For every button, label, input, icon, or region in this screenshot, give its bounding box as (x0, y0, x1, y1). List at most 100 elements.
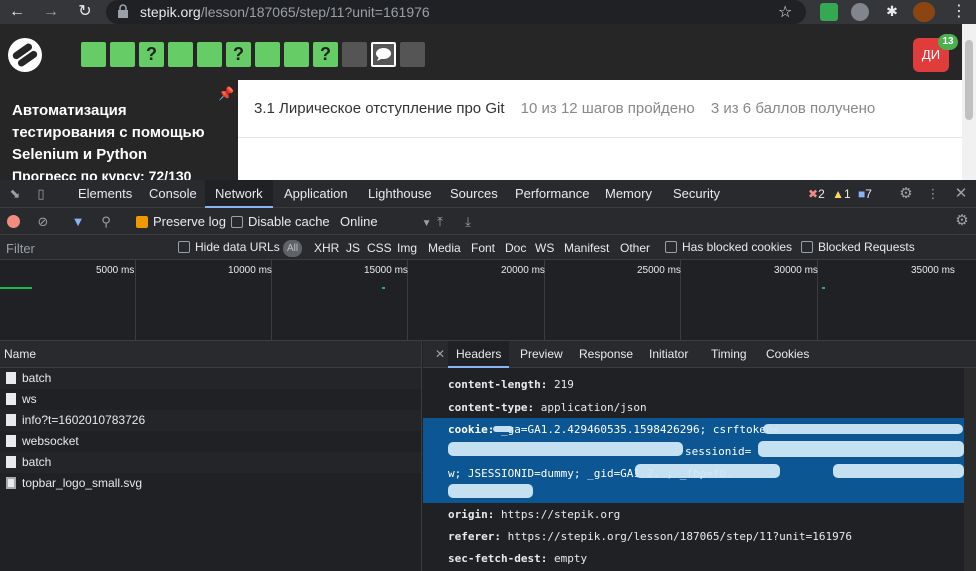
warning-icon: ▲ (832, 187, 844, 201)
preserve-log-checkbox[interactable]: Preserve log (136, 214, 226, 229)
redaction-scribble (833, 464, 964, 478)
detail-scrollbar[interactable] (964, 368, 976, 571)
tab-memory[interactable]: Memory (595, 180, 662, 208)
issue-counters[interactable]: ✖2 ▲1 ■7 (808, 187, 872, 201)
hide-data-urls-checkbox[interactable]: Hide data URLs (178, 240, 280, 254)
tab-timing[interactable]: Timing (703, 341, 755, 368)
type-all[interactable]: All (283, 240, 302, 257)
more-options-icon[interactable]: ⋮ (925, 186, 941, 202)
tab-lighthouse[interactable]: Lighthouse (358, 180, 442, 208)
request-list: Name batch ws info?t=1602010783726 webso… (0, 341, 422, 571)
drive-extension-icon[interactable] (820, 3, 838, 21)
tab-sources[interactable]: Sources (440, 180, 508, 208)
type-ws[interactable]: WS (535, 241, 554, 255)
request-row[interactable]: info?t=1602010783726 (0, 410, 421, 431)
tick-label: 5000 ms (96, 265, 135, 276)
bookmark-star-icon[interactable]: ☆ (778, 2, 792, 22)
cookie-line: sessionid= (685, 445, 752, 458)
forward-icon[interactable]: → (40, 2, 62, 22)
tab-headers[interactable]: Headers (448, 341, 510, 368)
step-10[interactable] (342, 42, 367, 67)
device-toolbar-icon[interactable]: ▯ (33, 186, 49, 202)
timeline-bar (822, 287, 825, 289)
type-xhr[interactable]: XHR (314, 241, 339, 255)
step-12[interactable] (400, 42, 425, 67)
step-9-quiz[interactable]: ? (313, 42, 338, 67)
course-title[interactable]: Автоматизация тестирования с помощью Sel… (12, 100, 222, 166)
request-row[interactable]: topbar_logo_small.svg (0, 473, 421, 494)
chat-bubble-icon (376, 48, 391, 61)
ublock-extension-icon[interactable] (851, 3, 869, 21)
throttle-select[interactable]: Online ▼ (340, 214, 431, 229)
close-devtools-icon[interactable]: ✕ (953, 186, 969, 202)
record-icon[interactable] (7, 215, 20, 228)
detail-tabbar: ✕ Headers Preview Response Initiator Tim… (423, 341, 976, 368)
type-font[interactable]: Font (471, 241, 495, 255)
lock-icon (118, 4, 128, 18)
tab-console[interactable]: Console (139, 180, 207, 208)
tick-label: 30000 ms (774, 265, 818, 276)
settings-gear-icon[interactable]: ⚙ (898, 186, 914, 202)
inspect-element-icon[interactable]: ⬊ (7, 186, 23, 202)
tab-response[interactable]: Response (571, 341, 641, 368)
tab-cookies[interactable]: Cookies (758, 341, 817, 368)
filter-input[interactable]: Filter (6, 241, 35, 256)
type-other[interactable]: Other (620, 241, 650, 255)
header-content-length: content-length: 219 (448, 378, 574, 391)
image-file-icon (6, 477, 16, 489)
tab-initiator[interactable]: Initiator (641, 341, 696, 368)
step-navigation: ? ? ? (81, 42, 425, 67)
divider (238, 137, 962, 138)
request-row[interactable]: ws (0, 389, 421, 410)
filter-funnel-icon[interactable]: ▼ (70, 214, 86, 230)
tab-preview[interactable]: Preview (512, 341, 571, 368)
page-scrollbar[interactable] (962, 24, 976, 180)
tab-performance[interactable]: Performance (505, 180, 599, 208)
clear-icon[interactable]: ⊘ (35, 214, 51, 230)
import-har-icon[interactable]: ⤒ (432, 214, 448, 230)
request-row[interactable]: websocket (0, 431, 421, 452)
step-6-quiz[interactable]: ? (226, 42, 251, 67)
redaction-scribble (763, 424, 963, 434)
header-referer: referer: https://stepik.org/lesson/18706… (448, 530, 852, 543)
file-icon (6, 435, 16, 447)
file-icon (6, 456, 16, 468)
request-row[interactable]: batch (0, 452, 421, 473)
step-3-quiz[interactable]: ? (139, 42, 164, 67)
stepik-logo-icon[interactable] (8, 38, 42, 72)
tab-application[interactable]: Application (274, 180, 358, 208)
tab-security[interactable]: Security (663, 180, 730, 208)
type-manifest[interactable]: Manifest (564, 241, 609, 255)
step-1[interactable] (81, 42, 106, 67)
step-4[interactable] (168, 42, 193, 67)
request-row[interactable]: batch (0, 368, 421, 389)
type-media[interactable]: Media (428, 241, 461, 255)
has-blocked-cookies-checkbox[interactable]: Has blocked cookies (665, 240, 792, 254)
type-css[interactable]: CSS (367, 241, 392, 255)
disable-cache-checkbox[interactable]: Disable cache (231, 214, 330, 229)
tab-network[interactable]: Network (205, 180, 273, 208)
profile-icon[interactable] (913, 2, 935, 22)
back-icon[interactable]: ← (6, 2, 28, 22)
step-11-current[interactable] (371, 42, 396, 67)
step-8[interactable] (284, 42, 309, 67)
tab-elements[interactable]: Elements (68, 180, 142, 208)
network-overview-timeline[interactable]: 5000 ms 10000 ms 15000 ms 20000 ms 25000… (0, 260, 976, 341)
type-doc[interactable]: Doc (505, 241, 526, 255)
header-cookie-selected[interactable]: cookie: _ga=GA1.2.429460535.1598426296; … (423, 418, 964, 503)
type-js[interactable]: JS (346, 241, 360, 255)
type-img[interactable]: Img (397, 241, 417, 255)
menu-dots-icon[interactable]: ⋮ (948, 2, 970, 22)
step-7[interactable] (255, 42, 280, 67)
name-column-header[interactable]: Name (0, 341, 421, 368)
reload-icon[interactable]: ↻ (74, 2, 96, 22)
step-5[interactable] (197, 42, 222, 67)
step-2[interactable] (110, 42, 135, 67)
search-icon[interactable]: ⚲ (98, 214, 114, 230)
export-har-icon[interactable]: ⤓ (460, 214, 476, 230)
blocked-requests-checkbox[interactable]: Blocked Requests (801, 240, 915, 254)
network-settings-gear-icon[interactable]: ⚙ (954, 213, 970, 229)
tick-line (135, 260, 136, 341)
address-bar[interactable]: stepik.org/lesson/187065/step/11?unit=16… (106, 0, 806, 24)
puzzle-extensions-icon[interactable]: ✱ (883, 3, 901, 21)
